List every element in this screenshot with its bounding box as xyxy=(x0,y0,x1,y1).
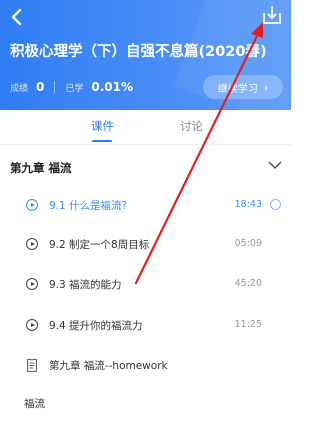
section-item[interactable]: 福流 xyxy=(24,396,45,411)
lesson-title: 9.1 什么是福流? xyxy=(49,200,128,212)
lesson-title: 9.2 制定一个8周目标 xyxy=(49,239,150,251)
download-icon xyxy=(263,6,281,24)
stats-divider xyxy=(54,81,56,93)
chevron-right-icon: › xyxy=(263,80,269,94)
chapter-title: 第九章 福流 xyxy=(10,161,72,175)
score-value: 0 xyxy=(36,80,45,94)
lesson-duration: 11:25 xyxy=(234,319,262,330)
learned-value: 0.01% xyxy=(91,80,134,94)
document-icon xyxy=(27,359,37,372)
homework-title: 第九章 福流--homework xyxy=(49,360,168,372)
continue-learning-button[interactable]: 继续学习 › xyxy=(203,75,283,99)
lesson-item[interactable]: 9.2 制定一个8周目标 05:09 xyxy=(0,225,291,265)
play-icon xyxy=(26,238,38,250)
lesson-duration: 05:09 xyxy=(234,238,262,249)
lesson-item[interactable]: 9.1 什么是福流? 18:43 xyxy=(0,186,291,226)
active-tab-indicator xyxy=(92,140,112,142)
play-icon xyxy=(26,278,38,290)
lesson-item[interactable]: 9.3 福流的能力 45:20 xyxy=(0,265,291,305)
download-button[interactable] xyxy=(261,4,283,26)
back-arrow-icon xyxy=(11,8,22,26)
play-icon xyxy=(26,199,38,211)
chapter-header[interactable]: 第九章 福流 xyxy=(10,157,282,177)
score-label: 成绩 xyxy=(10,83,29,94)
tab-courseware[interactable]: 课件 xyxy=(91,118,114,134)
lesson-duration: 18:43 xyxy=(234,199,262,210)
continue-learning-label: 继续学习 xyxy=(217,83,258,95)
play-icon xyxy=(26,319,38,331)
progress-circle-icon xyxy=(270,199,281,210)
course-title: 积极心理学（下）自强不息篇(2020春) xyxy=(10,44,267,60)
tab-bar: 课件 讨论 xyxy=(0,110,291,145)
tab-discussion[interactable]: 讨论 xyxy=(180,118,203,134)
lesson-title: 9.4 提升你的福流力 xyxy=(49,320,143,332)
course-header: 积极心理学（下）自强不息篇(2020春) 成绩 0 已学 0.01% 继续学习 … xyxy=(0,0,291,110)
lesson-title: 9.3 福流的能力 xyxy=(49,279,122,291)
learned-label: 已学 xyxy=(65,83,84,94)
back-button[interactable] xyxy=(8,6,26,28)
lesson-item[interactable]: 9.4 提升你的福流力 11:25 xyxy=(0,306,291,346)
homework-item[interactable]: 第九章 福流--homework xyxy=(0,352,291,382)
course-stats: 成绩 0 已学 0.01% xyxy=(10,80,133,94)
chevron-down-icon xyxy=(268,161,282,170)
lesson-duration: 45:20 xyxy=(234,278,262,289)
